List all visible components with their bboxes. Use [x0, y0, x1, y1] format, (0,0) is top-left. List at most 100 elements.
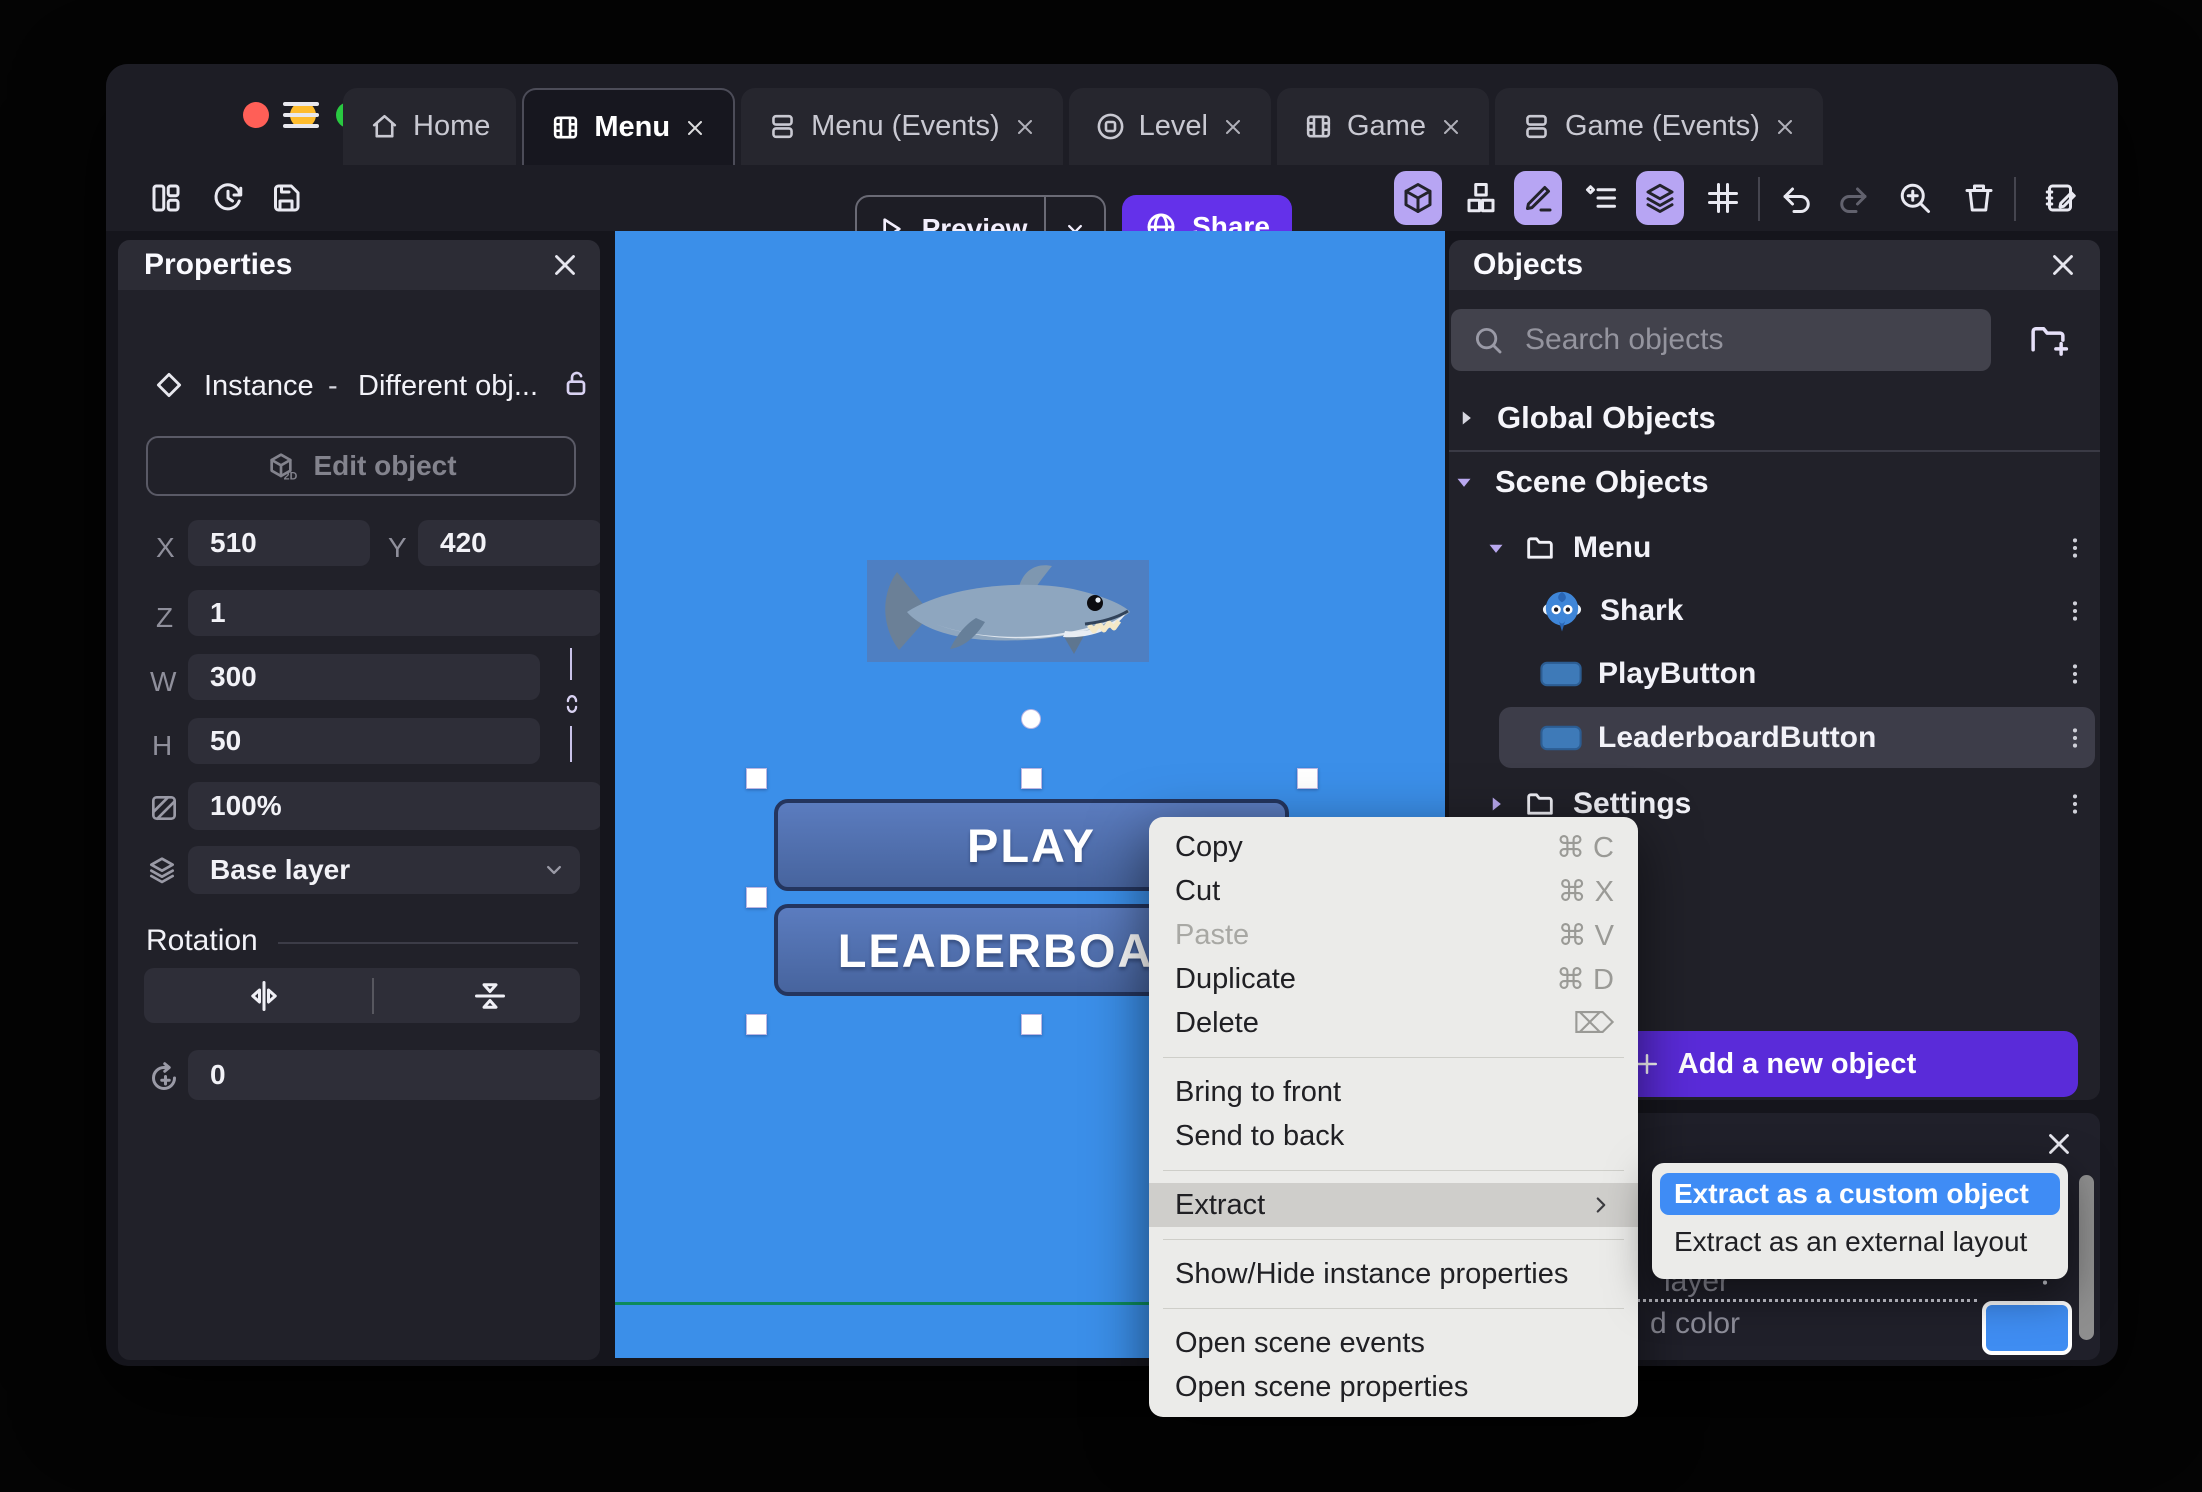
y-input[interactable] [418, 520, 600, 566]
instance-icon [152, 368, 186, 402]
save-icon[interactable] [262, 165, 310, 231]
caret-down-icon[interactable] [1483, 535, 1509, 561]
more-options-icon[interactable] [2062, 531, 2088, 565]
add-folder-icon[interactable] [2027, 320, 2069, 362]
selection-handle[interactable] [746, 768, 767, 789]
tree-item-shark[interactable]: Shark [1449, 580, 2100, 641]
redo-icon[interactable] [1828, 165, 1878, 231]
more-options-icon[interactable] [2062, 657, 2088, 691]
edit-mode-toggle[interactable] [1514, 171, 1562, 225]
menu-shortcut: ⌘ X [1557, 875, 1614, 908]
section-divider [278, 942, 578, 944]
more-options-icon[interactable] [2062, 721, 2088, 755]
selection-handle[interactable] [746, 887, 767, 908]
search-input[interactable] [1523, 322, 1991, 358]
rotation-input[interactable] [188, 1050, 600, 1100]
tab-label: Menu [594, 111, 671, 143]
close-tab-icon[interactable] [1221, 115, 1245, 139]
submenu-item-extract-as-a-custom-object[interactable]: Extract as a custom object [1660, 1173, 2060, 1215]
close-layers-icon[interactable] [2042, 1127, 2076, 1161]
global-objects-section[interactable]: Global Objects [1453, 400, 1716, 436]
tab-menu[interactable]: Menu [522, 88, 736, 165]
menu-item-send-to-back[interactable]: Send to back [1149, 1114, 1638, 1158]
tab-menu-events[interactable]: Menu (Events) [741, 88, 1063, 165]
submenu-item-extract-as-an-external-layout[interactable]: Extract as an external layout [1660, 1221, 2060, 1263]
more-options-icon[interactable] [2062, 594, 2088, 628]
more-options-icon[interactable] [2062, 787, 2088, 821]
tree-item-menu[interactable]: Menu [1449, 517, 2100, 578]
background-color-fragment: d color [1650, 1307, 1741, 1340]
menu-item-copy[interactable]: Copy ⌘ C [1149, 825, 1638, 869]
layers-small-icon [146, 854, 178, 886]
toolbar: Preview Share [106, 165, 2118, 263]
instance-properties-icon[interactable] [1576, 165, 1626, 231]
close-tab-icon[interactable] [683, 116, 707, 140]
tab-game[interactable]: Game [1276, 88, 1489, 165]
x-input[interactable] [188, 520, 370, 566]
grid-icon[interactable] [1698, 165, 1748, 231]
selection-handle[interactable] [1021, 1014, 1042, 1035]
unlock-icon[interactable] [560, 367, 592, 399]
submenu-arrow-icon [1588, 1192, 1614, 1218]
z-input[interactable] [188, 590, 600, 636]
selection-handle[interactable] [1021, 768, 1042, 789]
caret-right-icon[interactable] [1483, 791, 1509, 817]
caret-right-icon [1453, 405, 1479, 431]
tree-item-playbutton[interactable]: PlayButton [1449, 643, 2100, 704]
3d-view-toggle[interactable] [1394, 171, 1442, 225]
submenu-item-label: Extract as a custom object [1674, 1178, 2029, 1209]
height-input[interactable] [188, 718, 540, 764]
close-window-button[interactable] [243, 102, 269, 128]
menu-item-duplicate[interactable]: Duplicate ⌘ D [1149, 957, 1638, 1001]
shark-sprite[interactable] [867, 560, 1149, 662]
flip-vertical-icon[interactable] [472, 978, 508, 1014]
instance-type: Instance [204, 370, 314, 402]
width-input[interactable] [188, 654, 540, 700]
link-dimensions-icon[interactable] [558, 688, 586, 720]
menu-item-bring-to-front[interactable]: Bring to front [1149, 1070, 1638, 1114]
close-properties-icon[interactable] [548, 248, 582, 282]
menu-item-extract[interactable]: Extract [1149, 1183, 1638, 1227]
menu-item-label: Bring to front [1175, 1075, 1342, 1108]
menu-item-cut[interactable]: Cut ⌘ X [1149, 869, 1638, 913]
tab-label: Menu (Events) [811, 110, 1000, 142]
menu-item-delete[interactable]: Delete ⌦ [1149, 1001, 1638, 1045]
menu-item-paste[interactable]: Paste ⌘ V [1149, 913, 1638, 957]
menu-item-label: Delete [1175, 1006, 1259, 1039]
menu-item-show-hide-instance-properties[interactable]: Show/Hide instance properties [1149, 1252, 1638, 1296]
scene-notes-icon[interactable] [2034, 165, 2086, 231]
history-icon[interactable] [204, 165, 252, 231]
menu-item-open-scene-events[interactable]: Open scene events [1149, 1321, 1638, 1365]
background-color-swatch[interactable] [1982, 1301, 2072, 1355]
main-menu-icon[interactable] [283, 102, 319, 128]
flip-horizontal-icon[interactable] [246, 978, 282, 1014]
zoom-in-icon[interactable] [1890, 165, 1940, 231]
selection-rotate-handle[interactable] [1021, 709, 1041, 729]
external-layout-icon [1095, 111, 1126, 142]
menu-item-open-scene-properties[interactable]: Open scene properties [1149, 1365, 1638, 1409]
add-object-label: Add a new object [1677, 1047, 1917, 1080]
panel-scrollbar[interactable] [2079, 1175, 2094, 1340]
tree-item-leaderboardbutton[interactable]: LeaderboardButton [1499, 707, 2095, 768]
undo-icon[interactable] [1772, 165, 1822, 231]
tab-home[interactable]: Home [343, 88, 517, 165]
tab-level[interactable]: Level [1068, 88, 1271, 165]
scene-objects-section[interactable]: Scene Objects [1451, 464, 1709, 500]
layers-panel-toggle[interactable] [1636, 171, 1684, 225]
close-tab-icon[interactable] [1439, 115, 1463, 139]
edit-object-button[interactable]: 2D Edit object [146, 436, 576, 496]
selection-handle[interactable] [746, 1014, 767, 1035]
delete-icon[interactable] [1954, 165, 2004, 231]
close-tab-icon[interactable] [1773, 115, 1797, 139]
close-tab-icon[interactable] [1013, 115, 1037, 139]
layer-select[interactable]: Base layer [188, 846, 580, 894]
selection-handle[interactable] [1297, 768, 1318, 789]
object-search [1451, 309, 1991, 371]
tree-item-label: Menu [1573, 530, 1652, 564]
tree-item-label: Shark [1600, 593, 1684, 627]
project-manager-icon[interactable] [142, 165, 190, 231]
objects-list-icon[interactable] [1456, 165, 1506, 231]
tab-game-events[interactable]: Game (Events) [1494, 88, 1823, 165]
opacity-input[interactable] [188, 782, 600, 830]
close-objects-icon[interactable] [2046, 248, 2080, 282]
